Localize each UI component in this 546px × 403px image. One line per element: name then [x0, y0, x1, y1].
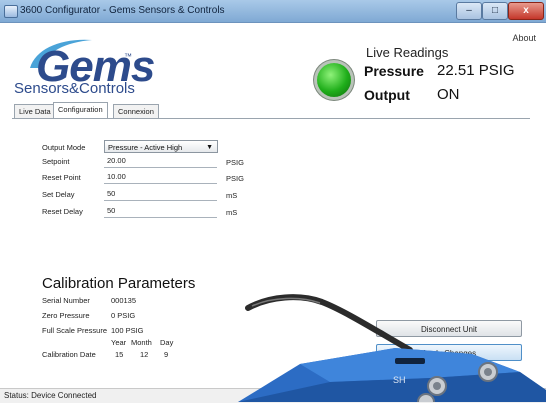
zero-pressure-value: 0 PSIG — [111, 311, 136, 320]
tab-configuration[interactable]: Configuration — [53, 102, 108, 119]
minimize-button[interactable]: – — [456, 2, 482, 20]
output-label: Output — [364, 87, 410, 103]
window-titlebar[interactable]: 3600 Configurator - Gems Sensors & Contr… — [0, 0, 546, 23]
close-button[interactable]: x — [508, 2, 544, 20]
tab-live-data[interactable]: Live Data — [14, 104, 56, 119]
output-mode-label: Output Mode — [42, 143, 86, 152]
month-value: 12 — [140, 350, 149, 359]
pressure-value: 22.51 PSIG — [437, 62, 515, 79]
calibration-title: Calibration Parameters — [42, 275, 196, 292]
year-header: Year — [111, 338, 127, 347]
reset-delay-label: Reset Delay — [42, 207, 83, 216]
status-indicator-led — [317, 63, 351, 97]
serial-number-value: 000135 — [111, 296, 137, 305]
logo-trademark: ™ — [124, 52, 132, 61]
setpoint-label: Setpoint — [42, 157, 70, 166]
zero-pressure-label: Zero Pressure — [42, 311, 90, 320]
setpoint-input[interactable]: 20.00 — [104, 155, 217, 168]
pressure-label: Pressure — [364, 63, 424, 79]
window-title: 3600 Configurator - Gems Sensors & Contr… — [20, 5, 225, 16]
set-delay-input[interactable]: 50 — [104, 188, 217, 201]
full-scale-label: Full Scale Pressure — [42, 326, 108, 335]
reset-delay-unit: mS — [226, 208, 238, 217]
set-delay-unit: mS — [226, 191, 238, 200]
maximize-button[interactable]: □ — [482, 2, 508, 20]
about-link[interactable]: About — [512, 33, 536, 43]
chevron-down-icon: ▼ — [206, 144, 213, 151]
status-text: Status: Device Connected — [4, 391, 97, 400]
live-readings-title: Live Readings — [366, 45, 449, 60]
reset-point-unit: PSIG — [226, 174, 244, 183]
day-value: 9 — [164, 350, 169, 359]
month-header: Month — [131, 338, 152, 347]
calibration-date-label: Calibration Date — [42, 350, 96, 359]
output-mode-select[interactable]: Pressure - Active High ▼ — [104, 140, 218, 153]
day-header: Day — [160, 338, 174, 347]
app-icon — [4, 5, 18, 18]
output-mode-value: Pressure - Active High — [108, 143, 183, 152]
reset-point-label: Reset Point — [42, 173, 81, 182]
output-value: ON — [437, 86, 460, 103]
reset-delay-input[interactable]: 50 — [104, 205, 217, 218]
tab-connexion[interactable]: Connexion — [113, 104, 159, 119]
setpoint-unit: PSIG — [226, 158, 244, 167]
serial-number-label: Serial Number — [42, 296, 90, 305]
logo-subtitle: Sensors&Controls — [14, 80, 135, 97]
set-delay-label: Set Delay — [42, 190, 75, 199]
apply-changes-button[interactable]: Apply Changes — [376, 344, 522, 361]
reset-point-input[interactable]: 10.00 — [104, 171, 217, 184]
year-value: 15 — [115, 350, 124, 359]
disconnect-unit-button[interactable]: Disconnect Unit — [376, 320, 522, 337]
full-scale-value: 100 PSIG — [111, 326, 144, 335]
status-bar: Status: Device Connected — [0, 388, 546, 403]
